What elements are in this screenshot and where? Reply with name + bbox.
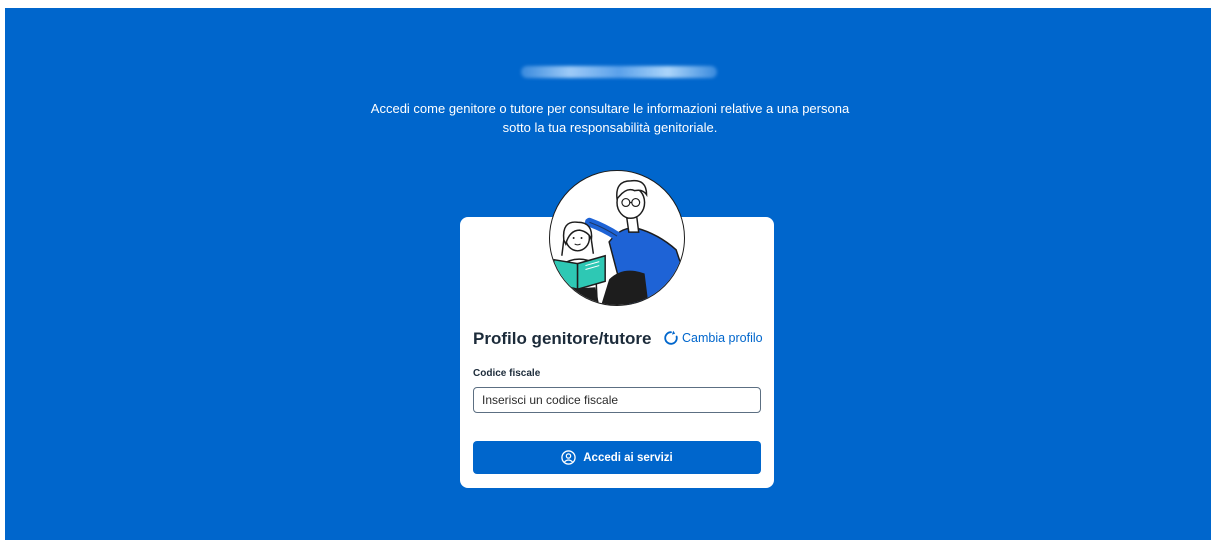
change-profile-label: Cambia profilo (682, 331, 763, 345)
accedi-ai-servizi-label: Accedi ai servizi (583, 451, 673, 464)
codice-fiscale-label: Codice fiscale (473, 368, 541, 379)
site-logo-blurred (521, 66, 717, 78)
profile-title: Profilo genitore/tutore (473, 329, 652, 348)
intro-text: Accedi come genitore o tutore per consul… (370, 101, 850, 135)
accedi-ai-servizi-button[interactable]: Accedi ai servizi (473, 441, 761, 474)
change-profile-link[interactable]: Cambia profilo (663, 330, 763, 346)
refresh-icon (664, 330, 678, 345)
codice-fiscale-input[interactable] (473, 387, 761, 413)
parent-child-illustration (549, 170, 685, 306)
user-circle-icon (561, 450, 576, 465)
